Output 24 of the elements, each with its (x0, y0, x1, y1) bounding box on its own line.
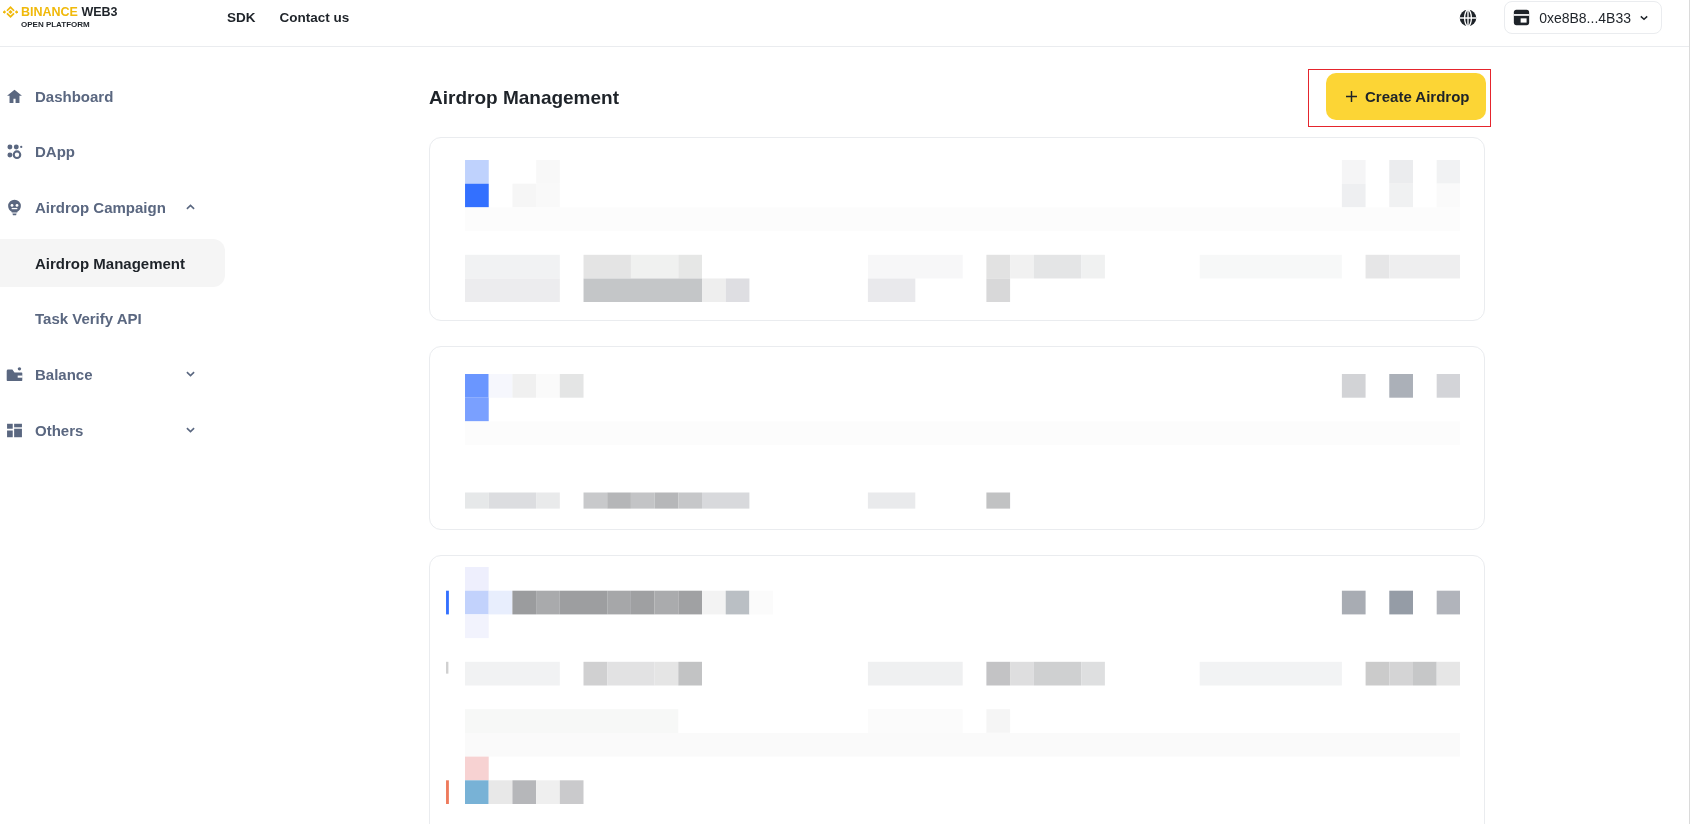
logo-title: BINANCE WEB3 (21, 5, 118, 19)
balloon-icon (6, 198, 23, 216)
sidebar-item[interactable]: Airdrop Management (0, 239, 225, 288)
page-title: Airdrop Management (429, 86, 620, 109)
sidebar-item[interactable]: Dashboard (0, 72, 225, 120)
sidebar-item[interactable]: Others (0, 406, 225, 455)
sidebar-item[interactable]: Balance (0, 350, 225, 399)
plus-icon (1346, 91, 1358, 102)
nav-link[interactable]: Contact us (279, 10, 350, 25)
sidebar-item[interactable]: Task Verify API (0, 294, 225, 343)
sidebar-item[interactable]: Airdrop Campaign (0, 183, 225, 232)
logo-subtitle: OPEN PLATFORM (21, 19, 91, 30)
grid-icon (6, 421, 23, 439)
wallet-icon (1513, 9, 1531, 26)
wallet-button[interactable]: 0xe8B8...4B33 (1504, 1, 1662, 34)
chevron-down-icon (1640, 14, 1648, 21)
sidebar-item[interactable]: DApp (0, 127, 225, 176)
diamond-logo-icon (3, 6, 18, 18)
circles-icon (6, 143, 23, 161)
wallet-icon (6, 365, 23, 383)
create-airdrop-button[interactable]: Create Airdrop (1326, 73, 1486, 120)
nav-link[interactable]: SDK (227, 10, 256, 25)
globe-icon[interactable] (1459, 8, 1478, 27)
home-icon (6, 87, 23, 105)
